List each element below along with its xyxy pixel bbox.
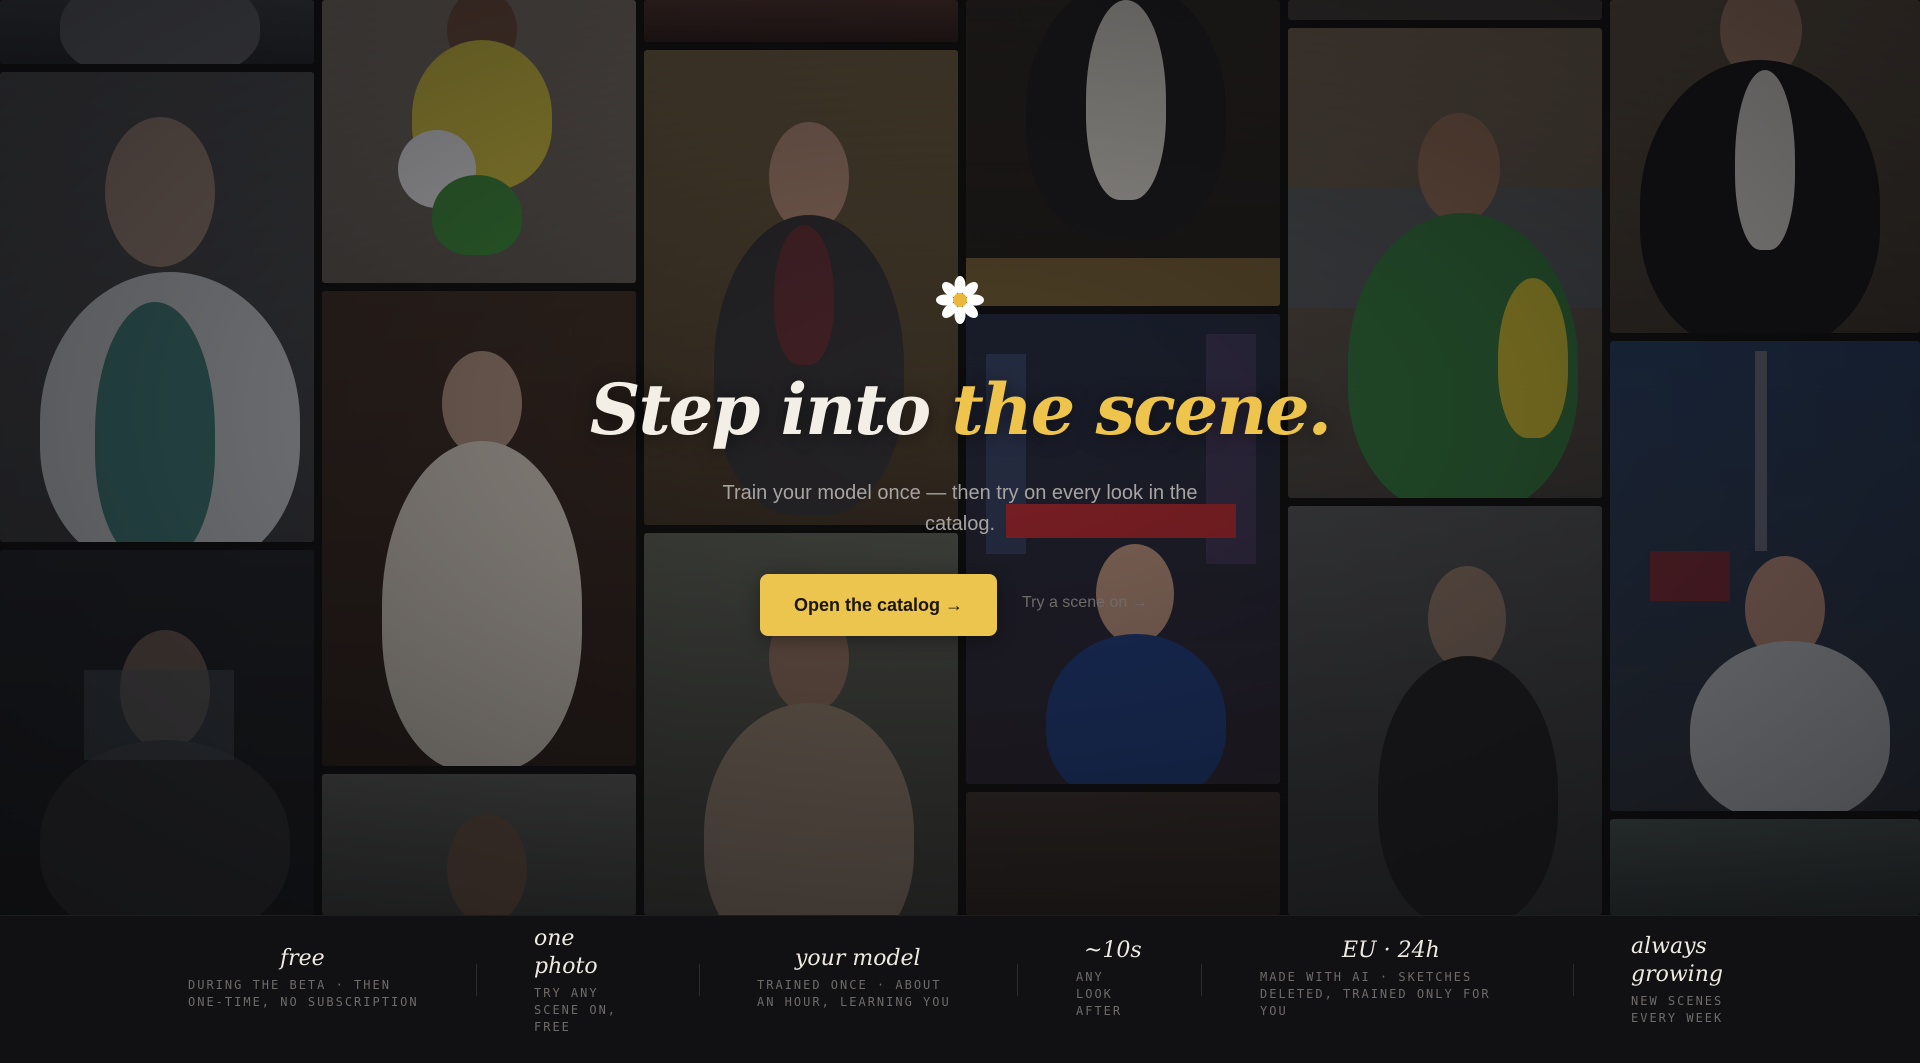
stat-desc: DURING THE BETA · THEN ONE-TIME, NO SUBS… (188, 978, 419, 1009)
hero-subhead: Train your model once — then try on ever… (722, 482, 1198, 535)
stat-desc: TRY ANY SCENE ON, FREE (534, 986, 618, 1034)
try-scene-link[interactable]: Try a scene on → (1022, 594, 1202, 612)
stat-title: one photo (534, 926, 598, 979)
daisy-icon (936, 276, 984, 324)
stat-divider (476, 964, 477, 996)
stat-desc: ANY LOOK AFTER (1076, 970, 1123, 1018)
stat-title: ~10s (1084, 938, 1142, 963)
stat-title: EU · 24h (1342, 938, 1440, 963)
headline-start: Step into (589, 368, 931, 451)
stat-desc: TRAINED ONCE · ABOUT AN HOUR, LEARNING Y… (757, 978, 951, 1009)
stat-divider (1573, 964, 1574, 996)
open-catalog-button[interactable]: Open the catalog → (760, 574, 997, 636)
stat-title: your model (795, 946, 921, 971)
hero-headline: Step into the scene. (560, 368, 1360, 451)
stat-growing: always growing NEW SCENES EVERY WEEK (1631, 933, 1741, 1027)
stat-divider (1017, 964, 1018, 996)
stat-desc: MADE WITH AI · SKETCHES DELETED, TRAINED… (1260, 970, 1491, 1018)
stat-your-model: your model TRAINED ONCE · ABOUT AN HOUR,… (757, 945, 967, 1011)
headline-accent: the scene. (951, 368, 1333, 451)
stat-free: free DURING THE BETA · THEN ONE-TIME, NO… (188, 945, 428, 1011)
hero-section: Step into the scene. Train your model on… (0, 0, 1920, 915)
stat-one-photo: one photo TRY ANY SCENE ON, FREE (534, 925, 624, 1036)
stat-desc: NEW SCENES EVERY WEEK (1631, 994, 1724, 1025)
stat-title: always growing (1631, 934, 1723, 987)
stat-title: free (280, 946, 325, 971)
stat-eu: EU · 24h MADE WITH AI · SKETCHES DELETED… (1260, 937, 1510, 1020)
stat-speed: ~10s ANY LOOK AFTER (1076, 937, 1146, 1020)
stat-divider (699, 964, 700, 996)
stat-divider (1201, 964, 1202, 996)
